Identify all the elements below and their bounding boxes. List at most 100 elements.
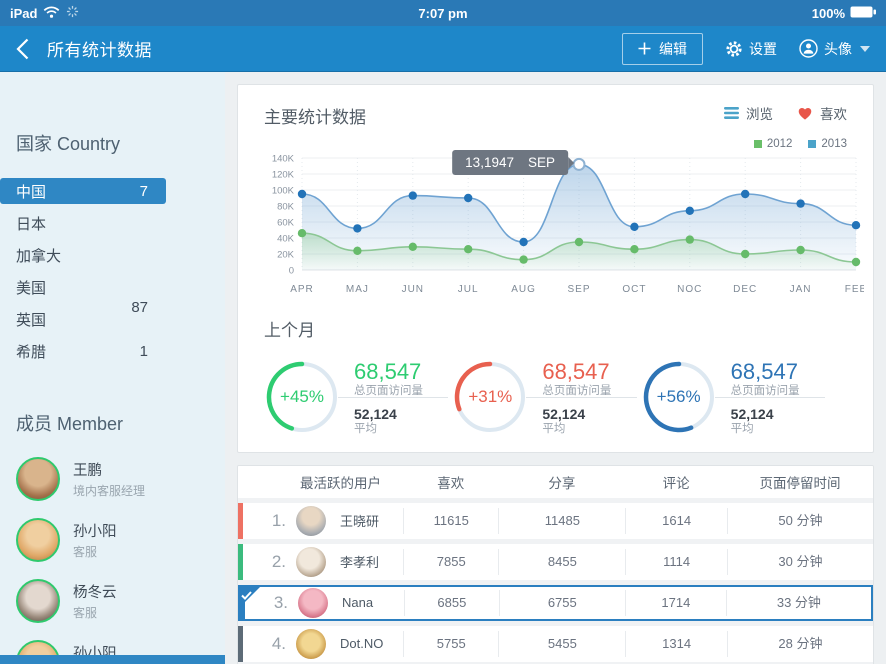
view-toggle-likes[interactable]: 喜欢 (797, 103, 847, 123)
country-name: 英国 (16, 309, 46, 330)
svg-text:SEP: SEP (567, 284, 590, 295)
user-avatar (296, 629, 326, 659)
rank-number: 4. (262, 634, 296, 654)
table-header-likes: 喜欢 (403, 472, 498, 492)
svg-text:JUL: JUL (458, 284, 479, 295)
svg-text:APR: APR (290, 284, 314, 295)
country-count: 87 (131, 299, 148, 316)
legend-swatch-2013 (808, 140, 816, 148)
clock: 7:07 pm (0, 6, 886, 21)
country-list: 中国 7 日本 加拿大 美国 英国 87 (0, 178, 166, 364)
last-month-title: 上个月 (264, 316, 847, 341)
settings-button[interactable]: 设置 (725, 39, 777, 59)
user-name: Nana (342, 595, 373, 610)
table-row[interactable]: 1. 王晓研 11615 11485 1614 50 分钟 (238, 503, 873, 539)
svg-text:FEB: FEB (845, 284, 864, 295)
stat-average: 52,124 (731, 406, 800, 422)
time-cell: 33 分钟 (726, 590, 871, 616)
sidebar-bottom-strip (0, 655, 225, 664)
svg-text:60K: 60K (277, 218, 295, 229)
nav-bar: 所有统计数据 编辑 设置 (0, 26, 886, 72)
tooltip-value: 13,1947 (465, 155, 514, 170)
svg-text:120K: 120K (272, 170, 295, 181)
list-icon (724, 107, 739, 119)
country-name: 中国 (16, 181, 46, 202)
avatar-menu-label: 头像 (824, 39, 852, 59)
rank-color-bar (238, 503, 243, 539)
sidebar-item-country[interactable]: 英国 87 (0, 306, 166, 332)
legend-swatch-2012 (754, 140, 762, 148)
sidebar: 国家 Country 中国 7 日本 加拿大 美国 (0, 72, 225, 664)
svg-text:MAJ: MAJ (346, 284, 369, 295)
svg-text:80K: 80K (277, 202, 295, 213)
stat-average-label: 平均 (542, 423, 611, 436)
user-icon (799, 39, 818, 58)
rank-color-bar (238, 544, 243, 580)
table-header-shares: 分享 (498, 472, 625, 492)
sidebar-item-country[interactable]: 美国 (0, 274, 166, 300)
ipad-screen: iPad 7:07 pm (0, 0, 886, 664)
progress-ring: +56% (641, 359, 717, 435)
stat-value: 68,547 (542, 359, 611, 384)
sidebar-item-country[interactable]: 加拿大 (0, 242, 166, 268)
member-role: 境内客服经理 (73, 482, 145, 499)
member-name: 杨冬云 (73, 581, 117, 602)
stat-divider (338, 397, 448, 398)
chart-title: 主要统计数据 (264, 103, 366, 128)
comments-cell: 1114 (625, 549, 727, 575)
battery-percent: 100% (812, 6, 845, 21)
member-avatar (16, 518, 60, 562)
progress-ring: +45% (264, 359, 340, 435)
table-body: 1. 王晓研 11615 11485 1614 50 分钟 (238, 498, 873, 664)
member-role: 客服 (73, 604, 117, 621)
back-button[interactable] (16, 38, 29, 60)
statistics-card: 主要统计数据 浏览 (237, 84, 874, 453)
edit-button[interactable]: 编辑 (622, 33, 703, 65)
table-header-comments: 评论 (625, 472, 727, 492)
country-name: 希腊 (16, 341, 46, 362)
user-name: Dot.NO (340, 636, 383, 651)
stat-percent: +31% (452, 359, 528, 435)
table-header: 最活跃的用户 喜欢 分享 评论 页面停留时间 (238, 466, 873, 498)
avatar-menu-button[interactable]: 头像 (799, 39, 870, 59)
likes-cell: 6855 (404, 590, 499, 616)
stat-average-label: 平均 (731, 423, 800, 436)
stat-average: 52,124 (542, 406, 611, 422)
plus-icon (638, 42, 651, 55)
table-row[interactable]: 3. Nana 6855 6755 1714 33 分钟 (238, 585, 873, 621)
stat-page-views: +45% 68,547 总页面访问量 52,124 平均 (264, 359, 452, 436)
member-name: 王鹏 (73, 459, 145, 480)
likes-cell: 7855 (403, 549, 498, 575)
progress-ring: +31% (452, 359, 528, 435)
table-row[interactable]: 4. Dot.NO 5755 5455 1314 28 分钟 (238, 626, 873, 662)
time-cell: 50 分钟 (727, 508, 873, 534)
view-toggle-browse[interactable]: 浏览 (724, 103, 773, 123)
member-list: 王鹏 境内客服经理 孙小阳 客服 杨冬云 客服 (0, 452, 225, 664)
chart-tooltip: 13,1947 SEP (452, 150, 568, 175)
member-list-item[interactable]: 杨冬云 客服 (0, 574, 225, 628)
sidebar-item-country[interactable]: 日本 (0, 210, 166, 236)
settings-button-label: 设置 (749, 39, 777, 59)
main-content: 主要统计数据 浏览 (225, 72, 886, 664)
member-role: 客服 (73, 543, 117, 560)
user-avatar (296, 547, 326, 577)
check-icon (241, 588, 252, 603)
table-row[interactable]: 2. 李孝利 7855 8455 1114 30 分钟 (238, 544, 873, 580)
member-avatar (16, 457, 60, 501)
area-chart[interactable]: 020K40K60K80K100K120K140KAPRMAJJUNJULAUG… (264, 152, 864, 302)
user-name: 王晓研 (340, 511, 379, 530)
edit-button-label: 编辑 (659, 39, 687, 59)
member-list-item[interactable]: 王鹏 境内客服经理 (0, 452, 225, 506)
country-name: 美国 (16, 277, 46, 298)
user-avatar (296, 506, 326, 536)
svg-text:DEC: DEC (733, 284, 757, 295)
shares-cell: 8455 (498, 549, 625, 575)
sidebar-item-country[interactable]: 中国 7 (0, 178, 166, 204)
sidebar-item-country[interactable]: 希腊 1 (0, 338, 166, 364)
chart-legend: 2012 2013 (264, 138, 847, 150)
stats-row: +45% 68,547 总页面访问量 52,124 平均 (264, 359, 847, 436)
battery-icon (850, 6, 876, 21)
svg-text:JAN: JAN (790, 284, 812, 295)
member-list-item[interactable]: 孙小阳 客服 (0, 513, 225, 567)
rank-number: 3. (264, 593, 298, 613)
